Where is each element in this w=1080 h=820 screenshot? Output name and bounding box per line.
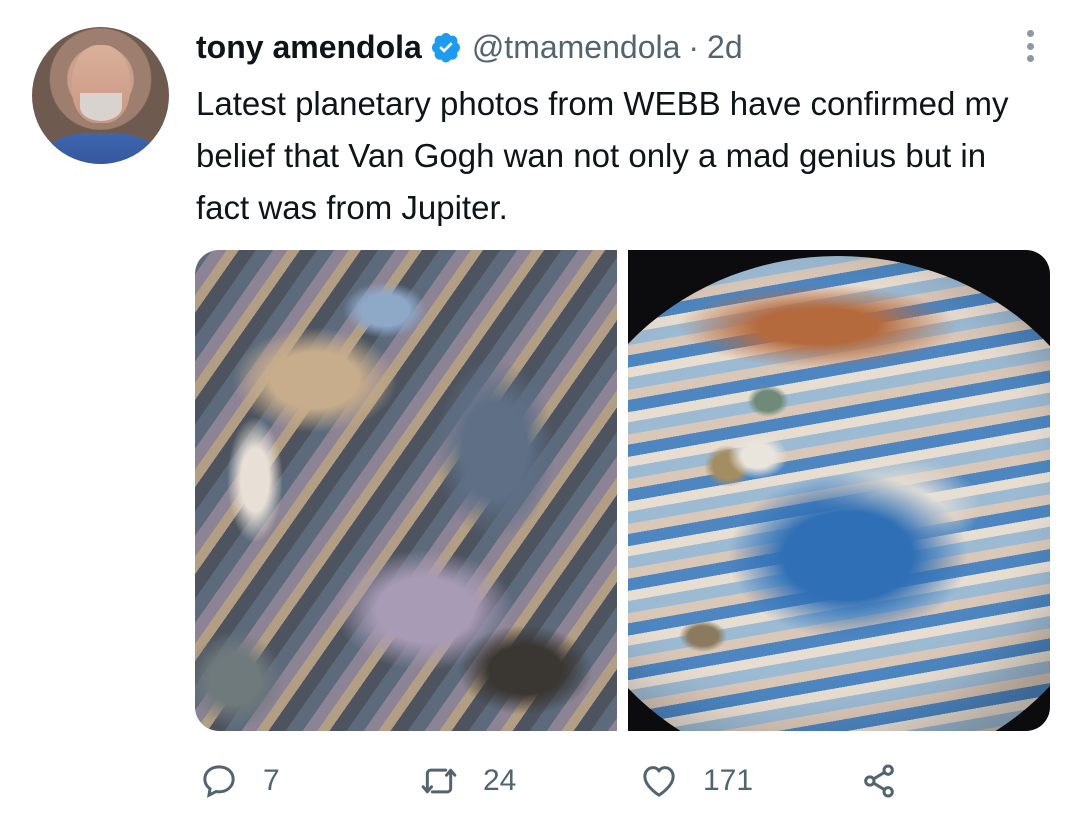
- reply-bubble-icon: [203, 765, 235, 798]
- author-handle[interactable]: @tmamendola: [472, 29, 681, 66]
- media-photo-2[interactable]: [628, 250, 1050, 731]
- retweet-button[interactable]: 24: [419, 758, 516, 804]
- action-bar: 7 24 171: [0, 758, 1080, 804]
- like-button[interactable]: 171: [639, 758, 753, 804]
- tweet-text: Latest planetary photos from WEBB have c…: [196, 85, 1009, 226]
- tweet-header: tony amendola @tmamendola · 2d: [196, 26, 743, 68]
- retweet-count: 24: [483, 764, 517, 797]
- jupiter-image: [628, 256, 1050, 731]
- avatar[interactable]: [32, 27, 169, 164]
- verified-badge-icon: [430, 31, 462, 63]
- media-photo-1[interactable]: [195, 250, 617, 731]
- retweet-icon: [421, 768, 457, 794]
- separator-dot: ·: [688, 28, 700, 65]
- share-icon: [864, 764, 894, 798]
- tweet[interactable]: tony amendola @tmamendola · 2d Latest pl…: [0, 0, 1080, 820]
- reply-count: 7: [263, 764, 280, 797]
- avatar-beard: [80, 93, 122, 121]
- author-name[interactable]: tony amendola: [196, 29, 422, 66]
- heart-icon: [643, 766, 675, 797]
- more-dots-icon[interactable]: [1018, 28, 1042, 64]
- avatar-shirt: [46, 133, 156, 164]
- timestamp[interactable]: 2d: [707, 29, 743, 66]
- media-grid: [195, 250, 1050, 731]
- like-count: 171: [703, 764, 754, 797]
- reply-button[interactable]: 7: [199, 758, 280, 804]
- share-button[interactable]: [859, 758, 899, 804]
